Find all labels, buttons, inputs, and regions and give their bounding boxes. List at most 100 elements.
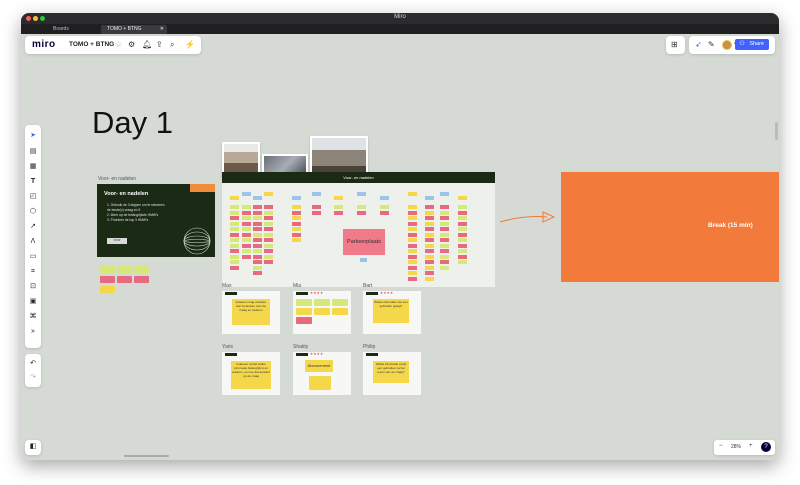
board-sticky-note[interactable] (380, 210, 389, 215)
board-sticky-note[interactable] (292, 238, 301, 242)
column-header-note[interactable] (357, 192, 366, 196)
board-sticky-note[interactable] (264, 243, 273, 248)
board-sticky-note[interactable] (292, 205, 301, 209)
board-sticky-note[interactable] (230, 227, 239, 231)
board-sticky-note[interactable] (230, 221, 239, 226)
board-sticky-note[interactable] (230, 210, 239, 215)
board-sticky-note[interactable] (253, 232, 262, 237)
board-sticky-note[interactable] (408, 232, 417, 237)
board-sticky-note[interactable] (458, 254, 467, 259)
board-sticky-note[interactable] (425, 232, 434, 237)
board-sticky-note[interactable] (253, 210, 262, 215)
board-sticky-note[interactable] (408, 216, 417, 220)
board-sticky-note[interactable] (334, 205, 343, 209)
board-sticky-note[interactable] (264, 249, 273, 253)
sticky-note-tool-icon[interactable]: ◰ (25, 190, 41, 204)
mini-frame-bart[interactable]: ★★★★ Welke informatie ziet een gebruiker… (363, 291, 421, 334)
mini-frame-note[interactable]: Iedereen mag vertellen wat zij denken ov… (232, 299, 270, 325)
sticky-note[interactable] (296, 299, 312, 306)
board-sticky-note[interactable] (253, 249, 262, 253)
board-sticky-note[interactable] (408, 265, 417, 270)
board-sticky-note[interactable] (425, 243, 434, 248)
board-sticky-note[interactable] (425, 227, 434, 231)
user-avatar[interactable] (722, 40, 732, 50)
board-sticky-note[interactable] (264, 238, 273, 242)
board-sticky-note[interactable] (264, 216, 273, 220)
card-button[interactable]: STOP (107, 238, 127, 244)
zoom-out-button[interactable]: − (719, 443, 723, 449)
column-header-note[interactable] (440, 192, 449, 196)
board-sticky-note[interactable] (292, 216, 301, 220)
board-sticky-note[interactable] (440, 227, 449, 231)
mini-frame-mia[interactable]: ★★★★ (293, 291, 351, 334)
redo-icon[interactable]: ↷ (25, 371, 41, 385)
column-header-note[interactable] (230, 196, 239, 200)
board-sticky-note[interactable] (458, 210, 467, 215)
board-sticky-note[interactable] (242, 254, 251, 259)
column-header-note[interactable] (334, 196, 343, 200)
help-icon[interactable]: ? (761, 442, 771, 452)
tab-board[interactable]: TOMO + BTNG ✕ (101, 25, 167, 34)
board-sticky-note[interactable] (408, 210, 417, 215)
miro-logo[interactable]: miro (32, 39, 56, 50)
sticky-note[interactable] (134, 266, 149, 273)
board-sticky-note[interactable] (292, 227, 301, 231)
board-sticky-note[interactable] (458, 232, 467, 237)
board-sticky-note[interactable] (242, 216, 251, 220)
board-sticky-note[interactable] (264, 221, 273, 226)
mini-frame-note[interactable]: Welke informatie zoekt een gebruiker na … (373, 361, 409, 383)
zoom-in-button[interactable]: + (749, 443, 753, 449)
board-sticky-note[interactable] (253, 243, 262, 248)
pen-icon[interactable]: ✎ (708, 40, 715, 49)
board-sticky-note[interactable] (292, 210, 301, 215)
column-header-note[interactable] (264, 192, 273, 196)
vertical-scrollbar[interactable] (775, 122, 778, 140)
sticky-note[interactable] (134, 276, 149, 283)
board-sticky-note[interactable] (242, 232, 251, 237)
board-sticky-note[interactable] (230, 265, 239, 270)
board-sticky-note[interactable] (458, 260, 467, 264)
sidebar-toggle-icon[interactable]: ◧ (25, 440, 41, 454)
break-frame[interactable]: Break (15 min) (561, 172, 779, 282)
frame-tool-icon[interactable]: ⌗ (25, 265, 41, 279)
board-sticky-note[interactable] (425, 238, 434, 242)
board-sticky-note[interactable] (242, 243, 251, 248)
board-sticky-note[interactable] (440, 216, 449, 220)
upload-icon[interactable]: ⇪ (156, 40, 163, 49)
board-sticky-note[interactable] (440, 221, 449, 226)
board-sticky-note[interactable] (264, 232, 273, 237)
board-sticky-note[interactable] (242, 238, 251, 242)
board-sticky-note[interactable] (440, 238, 449, 242)
share-button[interactable]: ⚇ Share (735, 39, 769, 50)
board-sticky-note[interactable] (408, 254, 417, 259)
board-sticky-note[interactable] (253, 260, 262, 264)
close-tab-icon[interactable]: ✕ (160, 26, 164, 32)
sticky-note[interactable] (314, 299, 330, 306)
undo-icon[interactable]: ↶ (25, 357, 41, 371)
board-sticky-note[interactable] (425, 249, 434, 253)
board-sticky-note[interactable] (440, 205, 449, 209)
board-sticky-note[interactable] (264, 205, 273, 209)
mini-frame-note[interactable]: Iedereen vertelt welke informatie belang… (231, 361, 271, 389)
board-sticky-note[interactable] (230, 238, 239, 242)
board-sticky-note[interactable] (230, 249, 239, 253)
column-header-note[interactable] (380, 196, 389, 200)
board-sticky-note[interactable] (230, 243, 239, 248)
sticky-note[interactable] (332, 308, 348, 315)
shapes-tool-icon[interactable]: ⬡ (25, 205, 41, 219)
column-header-note[interactable] (253, 196, 262, 200)
board-sticky-note[interactable] (408, 205, 417, 209)
board-sticky-note[interactable] (253, 271, 262, 275)
board-sticky-note[interactable] (230, 205, 239, 209)
bell-icon[interactable]: 🔔︎ (142, 40, 152, 49)
board-sticky-note[interactable] (380, 205, 389, 209)
column-header-note[interactable] (242, 192, 251, 196)
board-sticky-note[interactable] (408, 276, 417, 281)
parking-lot-note[interactable]: Parkeerplaats (343, 229, 385, 255)
upload-tool-icon[interactable]: ⊡ (25, 280, 41, 294)
board-sticky-note[interactable] (230, 260, 239, 264)
column-header-note[interactable] (292, 196, 301, 200)
connector-tool-icon[interactable]: ↗ (25, 220, 41, 234)
board-sticky-note[interactable] (264, 227, 273, 231)
column-header-note[interactable] (312, 192, 321, 196)
